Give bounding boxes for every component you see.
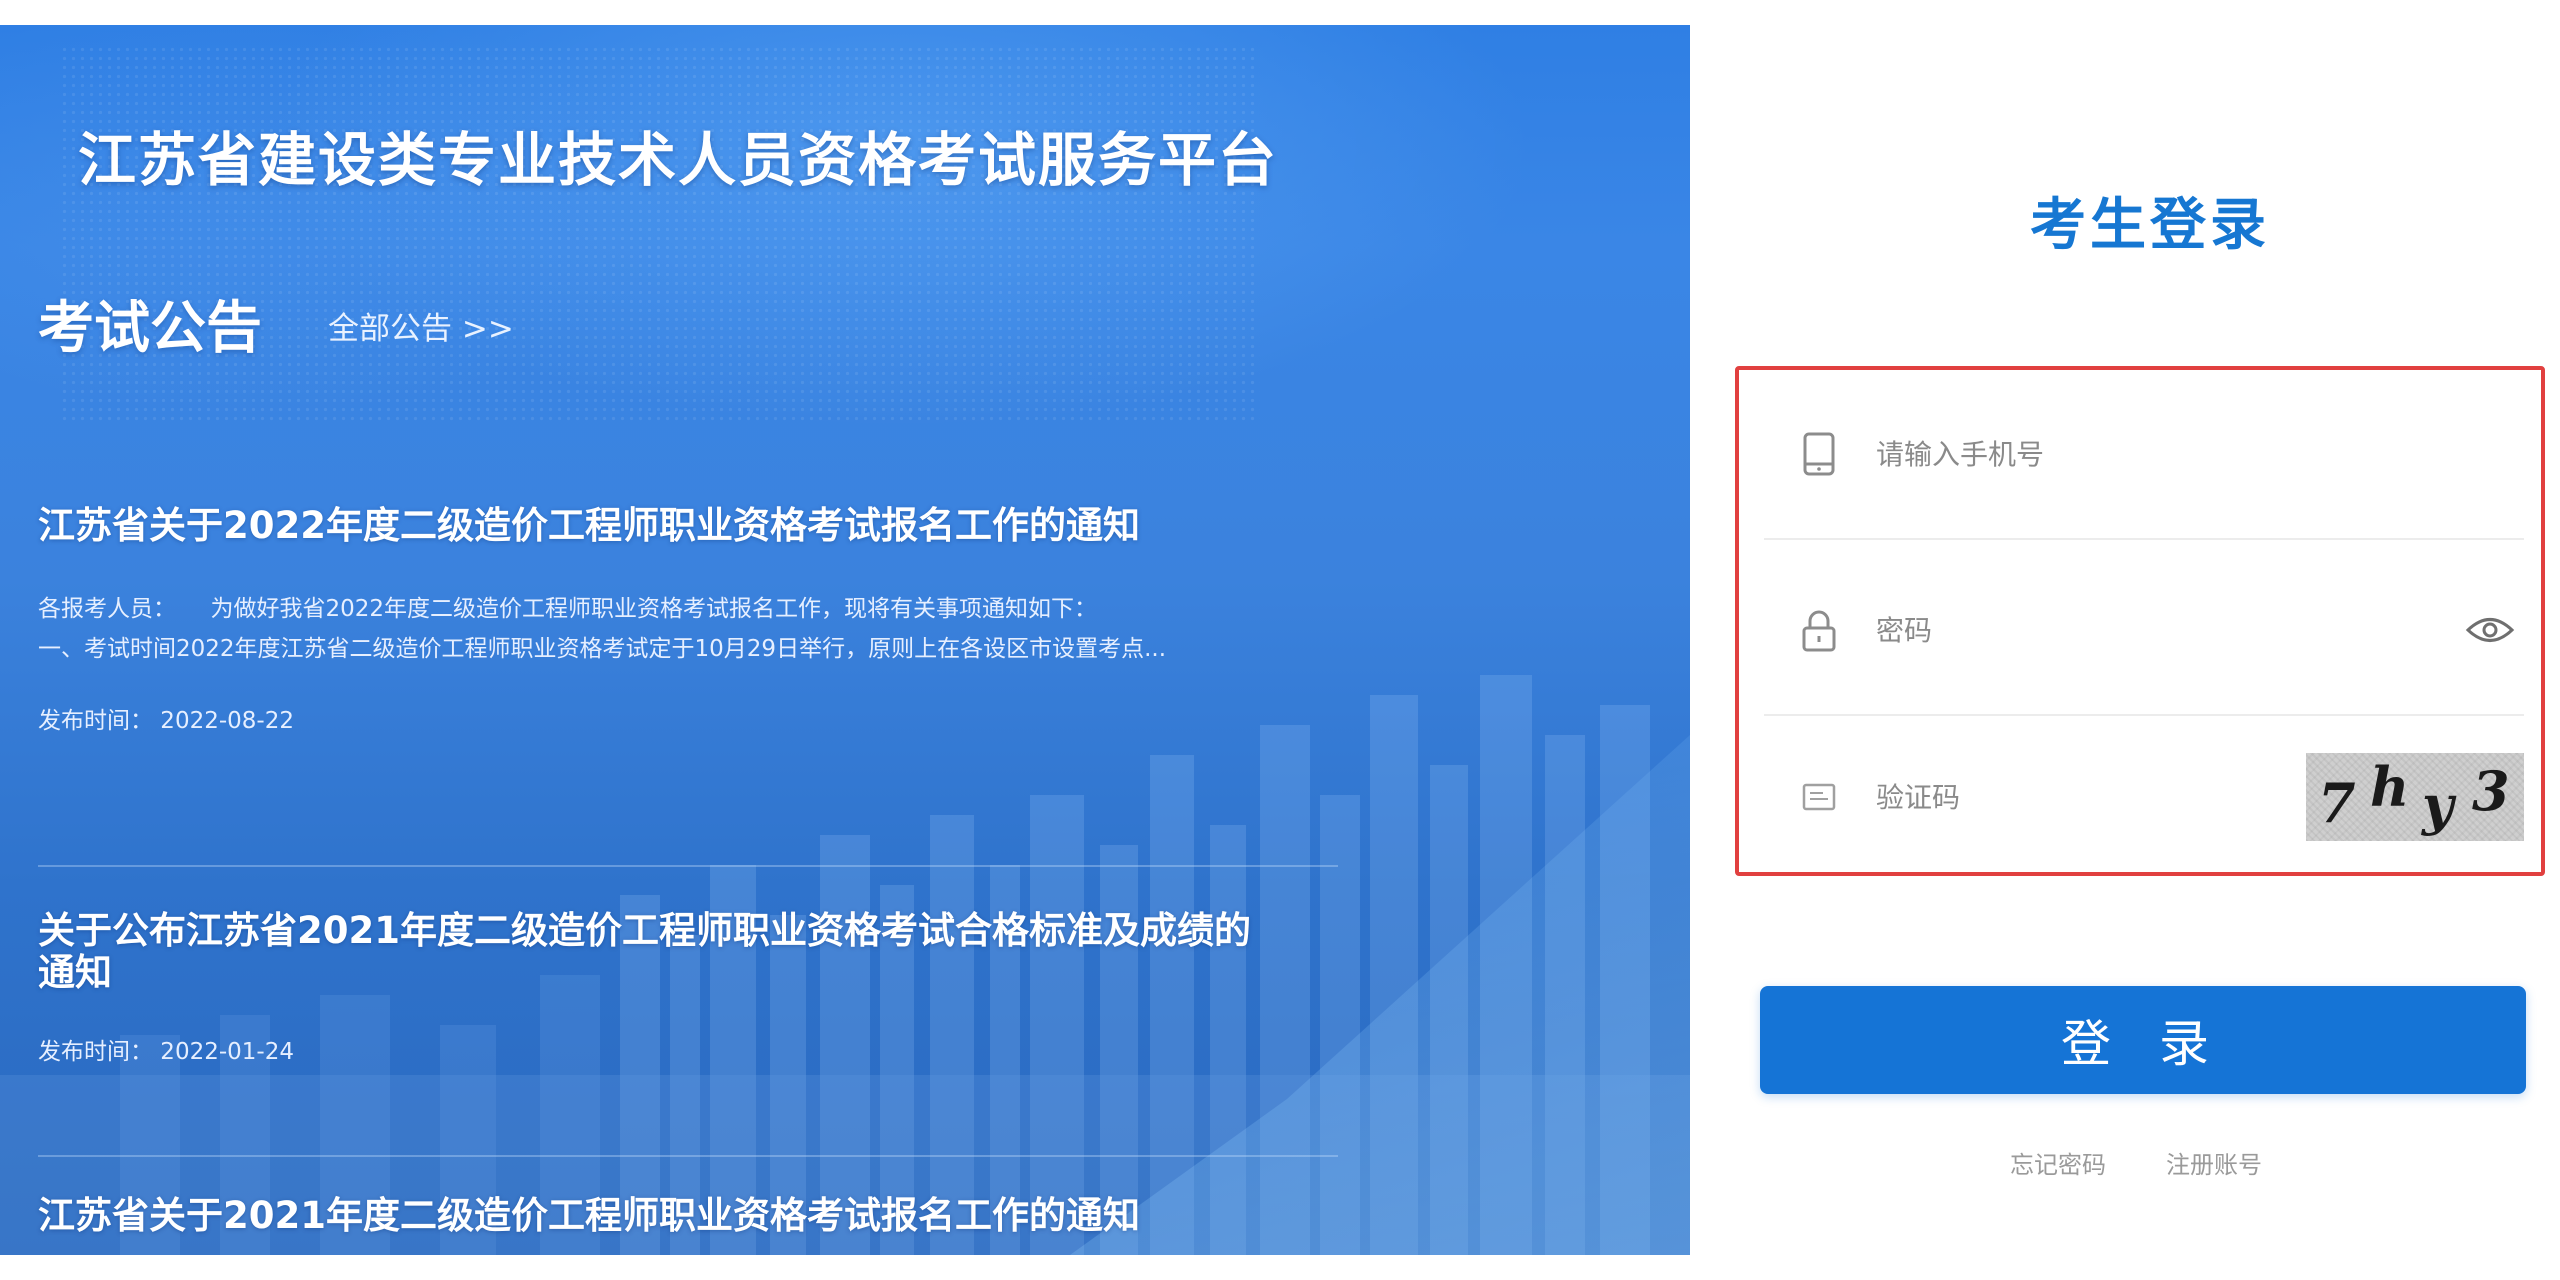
news-title-link[interactable]: 关于公布江苏省2021年度二级造价工程师职业资格考试合格标准及成绩的 通知 [38, 910, 1251, 994]
news-list: 江苏省关于2022年度二级造价工程师职业资格考试报名工作的通知 各报考人员： 为… [38, 505, 1338, 1237]
register-link[interactable]: 注册账号 [2166, 1145, 2262, 1180]
captcha-char: y [2422, 773, 2454, 837]
phone-field [1764, 370, 2524, 540]
phone-input[interactable] [1874, 436, 2524, 472]
notice-banner: 江苏省建设类专业技术人员资格考试服务平台 考试公告 全部公告 >> 江苏省关于2… [0, 25, 1690, 1255]
news-title-link[interactable]: 江苏省关于2021年度二级造价工程师职业资格考试报名工作的通知 [38, 1195, 1140, 1237]
captcha-char: 7 [2318, 771, 2356, 835]
news-title-line: 关于公布江苏省2021年度二级造价工程师职业资格考试合格标准及成绩的 [38, 909, 1251, 952]
notice-heading: 考试公告 [38, 296, 262, 361]
news-title-link[interactable]: 江苏省关于2022年度二级造价工程师职业资格考试报名工作的通知 [38, 505, 1338, 547]
password-input[interactable] [1874, 612, 2460, 648]
phone-icon [1794, 429, 1844, 479]
platform-title: 江苏省建设类专业技术人员资格考试服务平台 [78, 126, 1279, 194]
all-notices-link[interactable]: 全部公告 >> [328, 303, 514, 348]
captcha-char: 3 [2472, 759, 2510, 823]
captcha-input[interactable] [1874, 779, 2306, 815]
login-title: 考生登录 [2030, 193, 2270, 258]
news-date: 发布时间： 2022-08-22 [38, 708, 294, 734]
news-summary: 各报考人员： 为做好我省2022年度二级造价工程师职业资格考试报名工作，现将有关… [38, 589, 1338, 669]
captcha-icon [1794, 772, 1844, 822]
password-field [1764, 546, 2524, 716]
eye-icon[interactable] [2460, 605, 2520, 655]
news-summary-line: 各报考人员： 为做好我省2022年度二级造价工程师职业资格考试报名工作，现将有关… [38, 596, 1098, 622]
login-form-highlight: 7 h y 3 [1735, 366, 2545, 876]
news-item: 江苏省关于2021年度二级造价工程师职业资格考试报名工作的通知 [38, 1195, 1140, 1237]
login-button[interactable]: 登 录 [1760, 986, 2526, 1094]
news-item: 关于公布江苏省2021年度二级造价工程师职业资格考试合格标准及成绩的 通知 发布… [38, 910, 1251, 1066]
captcha-field: 7 h y 3 [1764, 722, 2524, 872]
lock-icon [1794, 605, 1844, 655]
news-title-line: 通知 [38, 951, 112, 994]
captcha-image[interactable]: 7 h y 3 [2306, 753, 2524, 841]
news-item: 江苏省关于2022年度二级造价工程师职业资格考试报名工作的通知 各报考人员： 为… [38, 505, 1338, 865]
news-divider [38, 1155, 1338, 1157]
news-summary-line: 一、考试时间2022年度江苏省二级造价工程师职业资格考试定于10月29日举行，原… [38, 636, 1166, 662]
news-date: 发布时间： 2022-01-24 [38, 1039, 294, 1065]
captcha-char: h [2370, 755, 2410, 819]
world-map-pattern [60, 45, 1260, 425]
news-divider [38, 865, 1338, 867]
forgot-password-link[interactable]: 忘记密码 [2010, 1145, 2106, 1180]
